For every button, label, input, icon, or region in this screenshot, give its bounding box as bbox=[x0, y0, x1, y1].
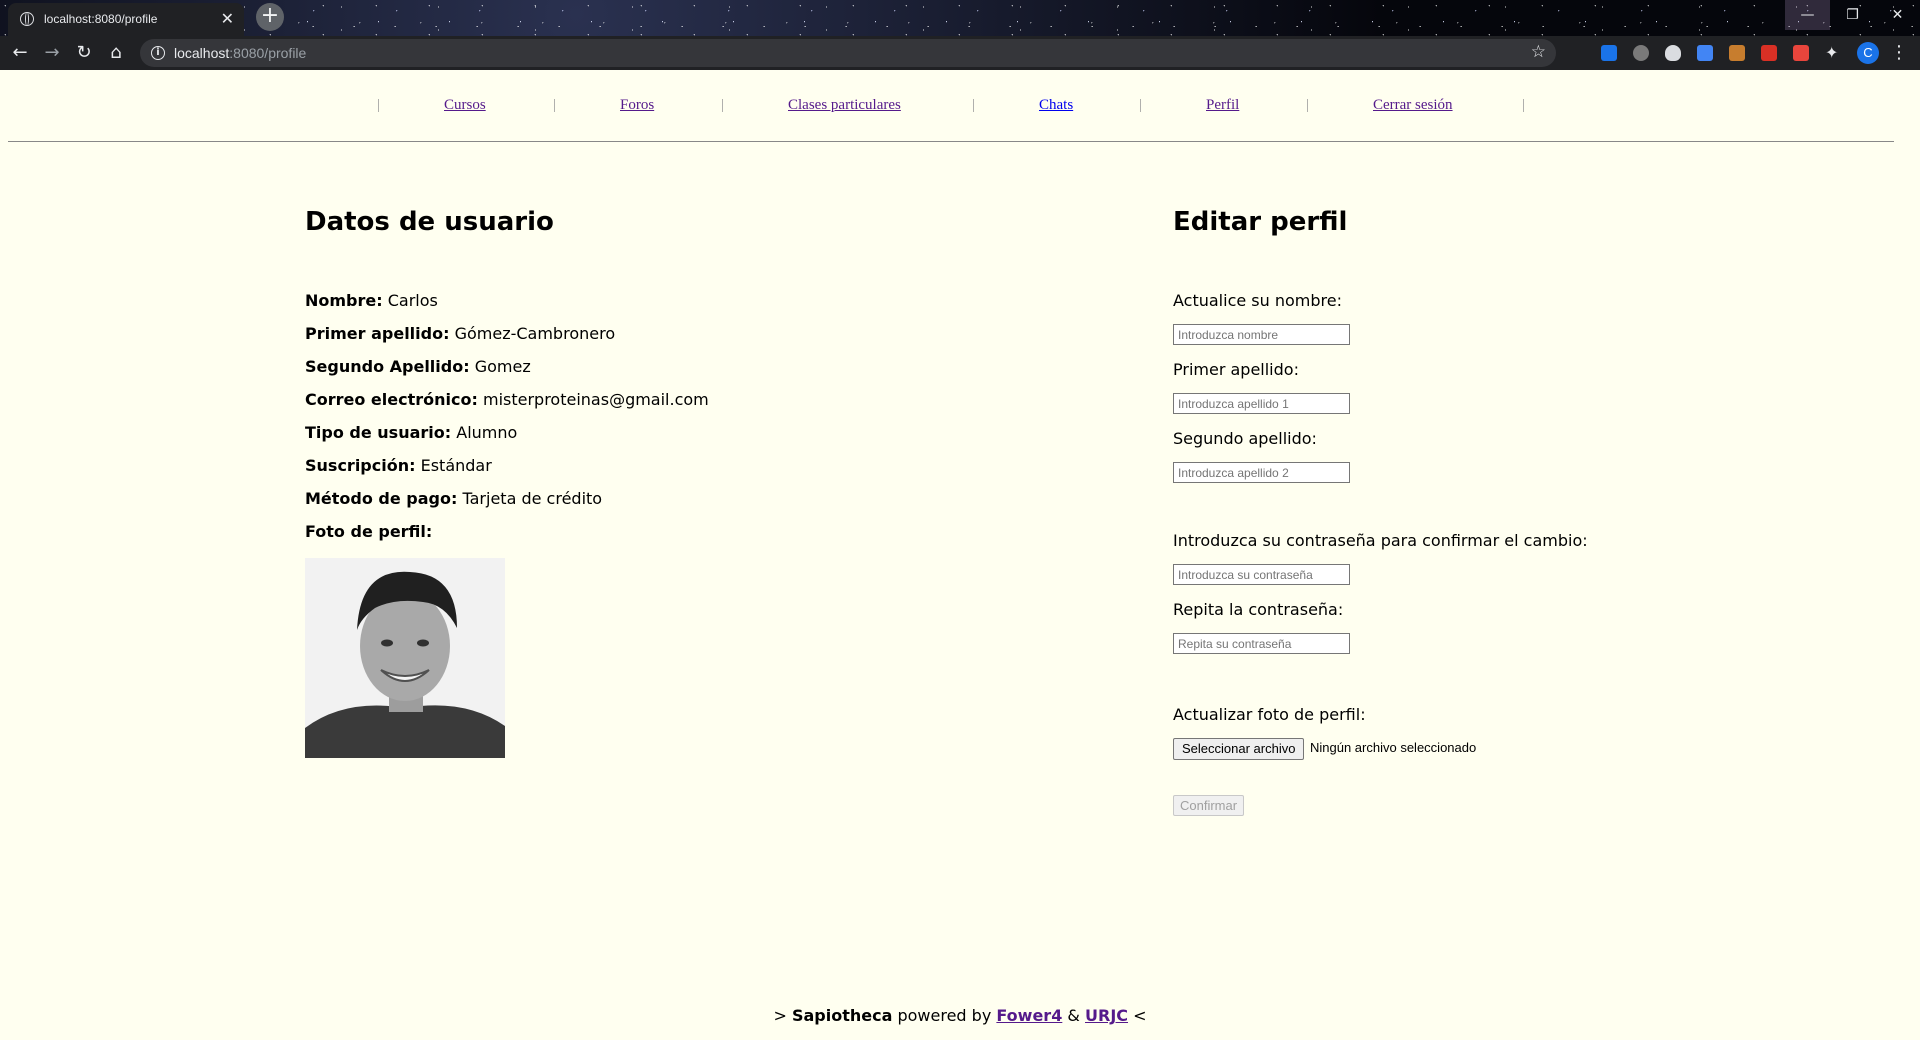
puzzle-extensions-icon[interactable]: ✦ bbox=[1825, 45, 1841, 61]
photo-upload-label: Actualizar foto de perfil: bbox=[1173, 705, 1366, 724]
red-extension-icon[interactable] bbox=[1793, 45, 1809, 61]
browser-toolbar: ← → ↻ ⌂ i localhost:8080/profile ☆ ✦ bbox=[0, 36, 1920, 70]
footer-brand: Sapiotheca bbox=[791, 1006, 893, 1025]
translate-extension-icon[interactable] bbox=[1697, 45, 1713, 61]
field-foto-perfil: Foto de perfil: bbox=[305, 522, 433, 541]
repeat-password-input[interactable] bbox=[1173, 633, 1350, 654]
user-data-heading: Datos de usuario bbox=[305, 207, 554, 237]
footer-prefix: > bbox=[773, 1006, 787, 1025]
surname2-label: Segundo apellido: bbox=[1173, 429, 1317, 448]
name-input[interactable] bbox=[1173, 324, 1350, 345]
field-primer-apellido: Primer apellido: Gómez-Cambronero bbox=[305, 324, 616, 343]
field-correo: Correo electrónico: misterproteinas@gmai… bbox=[305, 390, 709, 409]
browser-menu-icon[interactable]: ⋮ bbox=[1890, 42, 1908, 64]
field-nombre: Nombre: Carlos bbox=[305, 291, 438, 310]
footer-suffix: < bbox=[1133, 1006, 1147, 1025]
edit-profile-heading: Editar perfil bbox=[1173, 207, 1348, 237]
browser-tabstrip: localhost:8080/profile ✕ + — ❐ ✕ bbox=[0, 0, 1920, 36]
nav-separator: | bbox=[1522, 97, 1526, 113]
browser-tab-active[interactable]: localhost:8080/profile ✕ bbox=[8, 3, 244, 36]
name-label: Actualice su nombre: bbox=[1173, 291, 1342, 310]
footer-link-urjc[interactable]: URJC bbox=[1085, 1006, 1128, 1025]
nav-link-cursos[interactable]: Cursos bbox=[444, 97, 486, 114]
nav-separator: | bbox=[1306, 97, 1310, 113]
mega-extension-icon[interactable] bbox=[1761, 45, 1777, 61]
nav-separator: | bbox=[972, 97, 976, 113]
address-bar[interactable]: i localhost:8080/profile ☆ bbox=[140, 39, 1556, 67]
back-arrow-icon[interactable]: ← bbox=[8, 41, 32, 65]
nav-divider bbox=[8, 141, 1894, 142]
tabstrip-background bbox=[0, 0, 1920, 36]
forward-arrow-icon[interactable]: → bbox=[40, 41, 64, 65]
page-footer: > Sapiotheca powered by Fower4 & URJC < bbox=[0, 1006, 1920, 1025]
footer-ampersand: & bbox=[1067, 1006, 1080, 1025]
nav-separator: | bbox=[377, 97, 381, 113]
main-navigation: | Cursos | Foros | Clases particulares |… bbox=[0, 70, 1920, 142]
tab-close-icon[interactable]: ✕ bbox=[221, 9, 234, 29]
person-portrait-icon bbox=[305, 558, 505, 758]
nav-separator: | bbox=[721, 97, 725, 113]
bookmark-star-icon[interactable]: ☆ bbox=[1531, 42, 1546, 62]
nav-link-cerrar-sesion[interactable]: Cerrar sesión bbox=[1373, 97, 1453, 114]
nav-separator: | bbox=[1139, 97, 1143, 113]
password-input[interactable] bbox=[1173, 564, 1350, 585]
page-body: | Cursos | Foros | Clases particulares |… bbox=[0, 70, 1920, 1040]
home-icon[interactable]: ⌂ bbox=[104, 41, 128, 65]
chart-extension-icon[interactable] bbox=[1729, 45, 1745, 61]
password-label: Introduzca su contraseña para confirmar … bbox=[1173, 531, 1588, 550]
reload-icon[interactable]: ↻ bbox=[72, 41, 96, 65]
profile-photo bbox=[305, 558, 505, 758]
nav-link-perfil[interactable]: Perfil bbox=[1206, 97, 1239, 114]
repeat-password-label: Repita la contraseña: bbox=[1173, 600, 1344, 619]
nav-separator: | bbox=[553, 97, 557, 113]
nav-link-clases-particulares[interactable]: Clases particulares bbox=[788, 97, 901, 114]
nav-link-foros[interactable]: Foros bbox=[620, 97, 654, 114]
field-suscripcion: Suscripción: Estándar bbox=[305, 456, 492, 475]
nav-link-chats[interactable]: Chats bbox=[1039, 97, 1073, 114]
profile-avatar[interactable]: C bbox=[1857, 42, 1879, 64]
footer-link-fower4[interactable]: Fower4 bbox=[996, 1006, 1062, 1025]
window-minimize-button[interactable]: — bbox=[1785, 0, 1830, 30]
field-metodo-pago: Método de pago: Tarjeta de crédito bbox=[305, 489, 603, 508]
owl-extension-icon[interactable] bbox=[1633, 45, 1649, 61]
address-url[interactable]: localhost:8080/profile bbox=[174, 45, 306, 61]
choose-file-button[interactable]: Seleccionar archivo bbox=[1173, 738, 1305, 760]
bulb-extension-icon[interactable] bbox=[1665, 45, 1681, 61]
site-info-icon[interactable]: i bbox=[151, 46, 165, 60]
new-tab-button[interactable]: + bbox=[256, 3, 284, 31]
footer-powered-text: powered by bbox=[897, 1006, 992, 1025]
field-segundo-apellido: Segundo Apellido: Gomez bbox=[305, 357, 531, 376]
window-restore-button[interactable]: ❐ bbox=[1830, 0, 1875, 30]
field-tipo-usuario: Tipo de usuario: Alumno bbox=[305, 423, 518, 442]
file-status-text: Ningún archivo seleccionado bbox=[1310, 740, 1477, 755]
surname1-input[interactable] bbox=[1173, 393, 1350, 414]
surname1-label: Primer apellido: bbox=[1173, 360, 1299, 379]
surname2-input[interactable] bbox=[1173, 462, 1350, 483]
globe-icon bbox=[20, 12, 34, 26]
download-extension-icon[interactable] bbox=[1601, 45, 1617, 61]
confirm-button[interactable]: Confirmar bbox=[1173, 795, 1245, 816]
window-close-button[interactable]: ✕ bbox=[1875, 0, 1920, 30]
tab-title: localhost:8080/profile bbox=[44, 12, 158, 26]
